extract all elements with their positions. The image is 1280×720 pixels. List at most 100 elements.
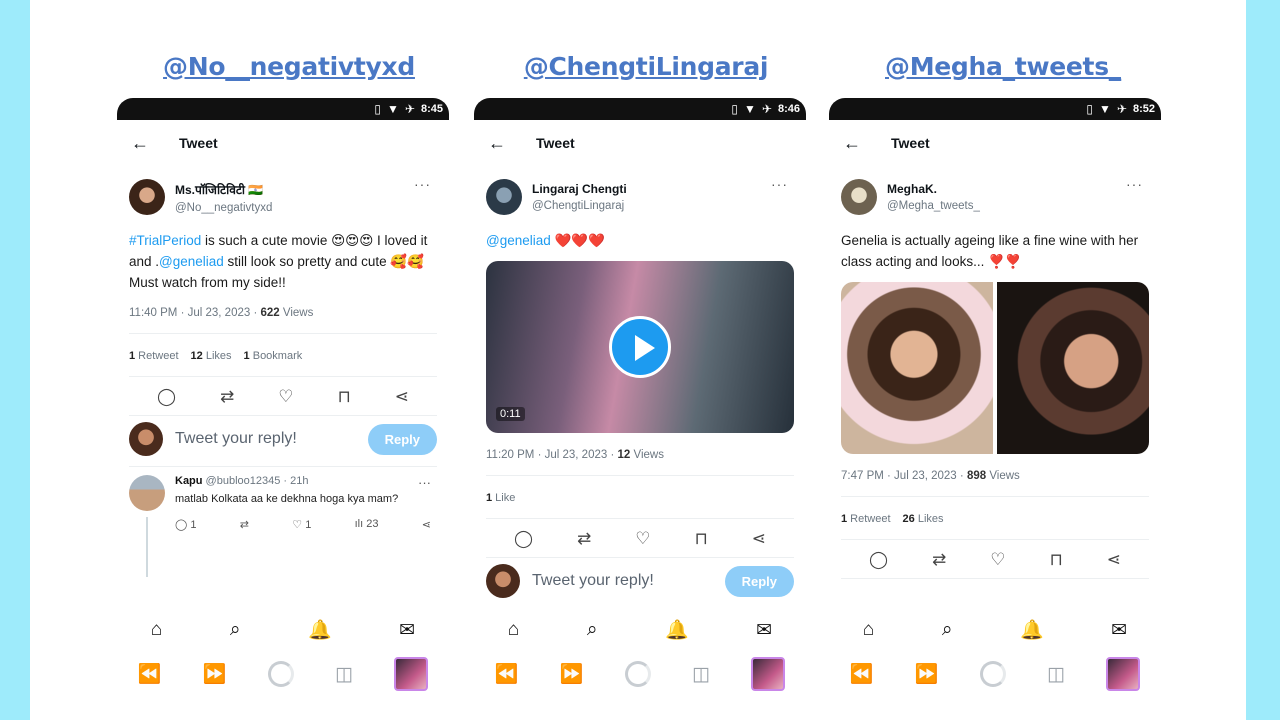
forward-icon[interactable]: ⏩ — [915, 662, 939, 686]
share-icon[interactable]: ⋖ — [395, 387, 409, 407]
tweet-header: ← Tweet — [117, 120, 449, 166]
cast-icon[interactable]: ◫ — [692, 663, 710, 686]
bell-icon[interactable]: 🔔 — [665, 618, 689, 642]
likes-stat[interactable]: 1 Like — [486, 492, 515, 504]
avatar — [129, 422, 163, 456]
heart-emojis: ❤️❤️❤️ — [550, 233, 605, 248]
rewind-icon[interactable]: ⏪ — [495, 662, 519, 686]
bell-icon[interactable]: 🔔 — [1020, 618, 1044, 642]
tweet-meta: 11:40 PM · Jul 23, 2023 · 622 Views — [117, 307, 449, 319]
author-name[interactable]: Ms.पॉजिटिविटी 🇮🇳 — [175, 181, 272, 198]
bell-icon[interactable]: 🔔 — [308, 618, 332, 642]
likes-stat[interactable]: 26 Likes — [903, 513, 944, 525]
share-icon[interactable]: ⋖ — [752, 529, 766, 549]
comment-author[interactable]: Kapu — [175, 475, 203, 487]
mail-icon[interactable]: ✉ — [756, 619, 772, 642]
mail-icon[interactable]: ✉ — [1111, 619, 1127, 642]
tweet-timestamp[interactable]: 11:20 PM · Jul 23, 2023 · — [486, 449, 617, 461]
forward-icon[interactable]: ⏩ — [560, 662, 584, 686]
retweet-icon[interactable]: ⇄ — [220, 387, 234, 407]
search-icon[interactable]: ⌕ — [942, 619, 953, 641]
avatar[interactable] — [129, 475, 165, 511]
tweet-timestamp[interactable]: 11:40 PM · Jul 23, 2023 · — [129, 307, 260, 319]
retweet-stat[interactable]: 1 Retweet — [841, 513, 891, 525]
rewind-icon[interactable]: ⏪ — [138, 662, 162, 686]
bookmark-icon[interactable]: ⊓ — [1049, 550, 1062, 570]
system-bar: ⏪ ⏩ ◫ — [117, 650, 449, 698]
views-label: Views — [630, 449, 664, 461]
tweet-image-2[interactable] — [997, 282, 1149, 454]
comment-views[interactable]: ılı 23 — [355, 518, 379, 531]
mention-link[interactable]: @geneliad — [159, 254, 224, 269]
reply-icon[interactable]: ◯ — [869, 550, 888, 570]
page-title: Tweet — [891, 135, 930, 151]
more-options-icon[interactable]: ··· — [771, 176, 788, 192]
bookmark-icon[interactable]: ⊓ — [337, 387, 350, 407]
wifi-icon: ▼ — [744, 102, 756, 116]
tweet-images[interactable] — [841, 282, 1149, 454]
play-icon[interactable] — [609, 316, 671, 378]
avatar[interactable] — [486, 179, 522, 215]
mention-link[interactable]: @geneliad — [486, 233, 551, 248]
more-options-icon[interactable]: ··· — [418, 475, 431, 490]
tweet-stats: 1 Retweet 26 Likes — [829, 513, 1161, 525]
comment-reply[interactable]: ◯ 1 — [175, 518, 197, 531]
home-icon[interactable]: ⌂ — [863, 619, 874, 641]
reply-icon[interactable]: ◯ — [514, 529, 533, 549]
author-username[interactable]: @No__negativtyxd — [175, 202, 272, 214]
hashtag-link[interactable]: #TrialPeriod — [129, 233, 201, 248]
retweet-icon[interactable]: ⇄ — [577, 529, 591, 549]
avatar[interactable] — [841, 179, 877, 215]
tweet-timestamp[interactable]: 7:47 PM · Jul 23, 2023 · — [841, 470, 967, 482]
thumbnail[interactable] — [1106, 657, 1141, 691]
reply-input[interactable]: Tweet your reply! — [532, 572, 713, 590]
search-icon[interactable]: ⌕ — [587, 619, 598, 641]
rewind-icon[interactable]: ⏪ — [850, 662, 874, 686]
cast-icon[interactable]: ◫ — [1047, 663, 1065, 686]
more-options-icon[interactable]: ··· — [1126, 176, 1143, 192]
author-username[interactable]: @ChengtiLingaraj — [532, 200, 627, 212]
author-name[interactable]: MeghaK. — [887, 182, 980, 196]
bookmark-icon[interactable]: ⊓ — [694, 529, 707, 549]
comment-like[interactable]: ♡ 1 — [292, 518, 311, 531]
back-arrow-icon[interactable]: ← — [488, 133, 506, 154]
more-options-icon[interactable]: ··· — [414, 176, 431, 192]
reply-icon[interactable]: ◯ — [157, 387, 176, 407]
home-icon[interactable]: ⌂ — [508, 619, 519, 641]
wifi-icon: ▼ — [387, 102, 399, 116]
search-icon[interactable]: ⌕ — [230, 619, 241, 641]
clock: 8:46 — [777, 103, 800, 115]
tweet-video[interactable]: 0:11 — [486, 261, 794, 433]
reply-input[interactable]: Tweet your reply! — [175, 430, 356, 448]
like-icon[interactable]: ♡ — [990, 550, 1005, 570]
mail-icon[interactable]: ✉ — [399, 619, 415, 642]
bookmarks-stat[interactable]: 1 Bookmark — [244, 350, 303, 362]
reply-composer: Tweet your reply! Reply — [474, 564, 806, 598]
tweet-image-1[interactable] — [841, 282, 993, 454]
forward-icon[interactable]: ⏩ — [203, 662, 227, 686]
back-arrow-icon[interactable]: ← — [131, 133, 149, 154]
status-bar: ▯ ▼ ✈ 8:52 — [829, 98, 1161, 120]
likes-stat[interactable]: 12 Likes — [191, 350, 232, 362]
cast-icon[interactable]: ◫ — [335, 663, 353, 686]
handle-caption: @Megha_tweets_ — [885, 52, 1121, 81]
like-icon[interactable]: ♡ — [278, 387, 293, 407]
reply-composer: Tweet your reply! Reply — [117, 422, 449, 456]
retweet-icon[interactable]: ⇄ — [932, 550, 946, 570]
share-icon[interactable]: ⋖ — [1107, 550, 1121, 570]
reply-button[interactable]: Reply — [367, 423, 437, 455]
reply-comment[interactable]: Kapu @bubloo12345 · 21h matlab Kolkata a… — [117, 475, 449, 577]
back-arrow-icon[interactable]: ← — [843, 133, 861, 154]
home-icon[interactable]: ⌂ — [151, 619, 162, 641]
like-icon[interactable]: ♡ — [635, 529, 650, 549]
share-icon[interactable]: ⋖ — [422, 518, 431, 531]
reply-button[interactable]: Reply — [724, 565, 794, 597]
author-username[interactable]: @Megha_tweets_ — [887, 200, 980, 212]
phone-screenshot: ▯ ▼ ✈ 8:46 ← Tweet Lingaraj Chengti @Che… — [474, 98, 806, 698]
retweet-icon[interactable]: ⇄ — [240, 518, 249, 531]
avatar[interactable] — [129, 179, 165, 215]
author-name[interactable]: Lingaraj Chengti — [532, 182, 627, 196]
thumbnail[interactable] — [751, 657, 786, 691]
thumbnail[interactable] — [394, 657, 429, 691]
retweet-stat[interactable]: 1 Retweet — [129, 350, 179, 362]
